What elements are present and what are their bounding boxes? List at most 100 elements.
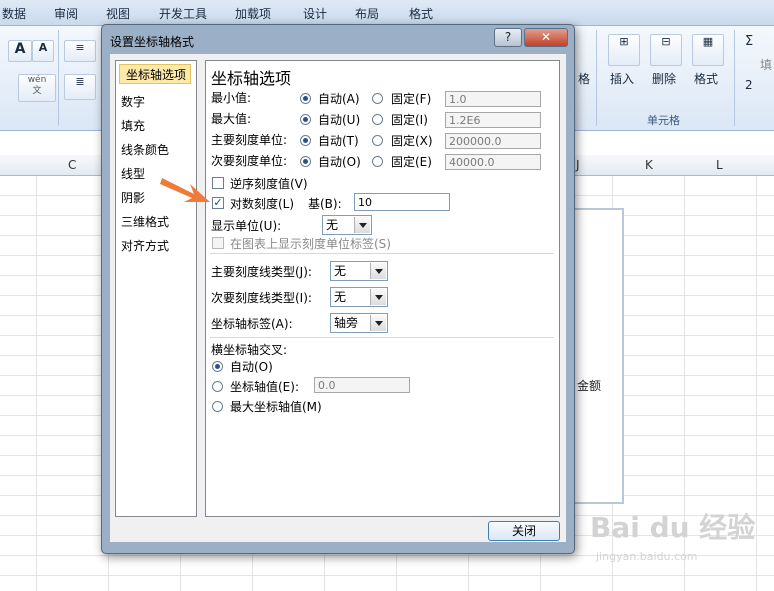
- axis-labels-label: 坐标轴标签(A):: [211, 317, 293, 331]
- divider: [210, 253, 554, 254]
- log-scale-checkbox[interactable]: ✓: [212, 197, 224, 209]
- major-unit-label: 主要刻度单位:: [211, 133, 288, 147]
- grow-font-button[interactable]: A: [8, 40, 32, 62]
- tab-format[interactable]: 格式: [409, 5, 433, 22]
- display-units-select[interactable]: 无: [322, 215, 372, 235]
- major-unit-fixed-radio[interactable]: [372, 135, 383, 146]
- axis-options-panel: 坐标轴选项 最小值: 自动(A) 固定(F) 1.0 最大值: 自动(U) 固定…: [205, 60, 560, 517]
- format-button-label[interactable]: 格式: [694, 70, 718, 87]
- log-base-label: 基(B):: [308, 197, 342, 211]
- chart-area[interactable]: [572, 208, 624, 504]
- minor-tick-select[interactable]: 无: [330, 287, 388, 307]
- column-header-c[interactable]: C: [68, 158, 76, 172]
- minor-unit-input[interactable]: 40000.0: [445, 154, 541, 170]
- align-top-icon[interactable]: ≡: [64, 40, 96, 62]
- category-number[interactable]: 数字: [121, 93, 145, 110]
- chart-legend-label: 金额: [577, 379, 602, 393]
- help-icon: ?: [504, 30, 512, 44]
- minor-unit-fixed-radio[interactable]: [372, 156, 383, 167]
- tab-data[interactable]: 数据: [2, 5, 26, 22]
- shrink-font-button[interactable]: A: [32, 40, 54, 62]
- category-shadow[interactable]: 阴影: [121, 189, 145, 206]
- chevron-down-icon: [370, 315, 386, 331]
- category-alignment[interactable]: 对齐方式: [121, 237, 169, 254]
- fill-partial-label[interactable]: 填: [760, 56, 772, 73]
- insert-button-label[interactable]: 插入: [610, 70, 634, 87]
- minor-unit-auto-label[interactable]: 自动(O): [318, 153, 361, 170]
- minor-unit-auto-radio[interactable]: [300, 156, 311, 167]
- show-units-label-checkbox[interactable]: [212, 237, 224, 249]
- format-partial-label: 格: [578, 72, 591, 86]
- max-fixed-radio[interactable]: [372, 114, 383, 125]
- format-cells-icon[interactable]: ▦: [692, 34, 724, 66]
- dialog-title: 设置坐标轴格式: [110, 35, 195, 49]
- column-header-j[interactable]: J: [576, 158, 580, 172]
- cross-auto-radio[interactable]: [212, 361, 223, 372]
- reverse-order-label[interactable]: 逆序刻度值(V): [230, 175, 308, 192]
- min-value-input[interactable]: 1.0: [445, 91, 541, 107]
- cross-max-label[interactable]: 最大坐标轴值(M): [230, 398, 322, 415]
- cross-auto-label[interactable]: 自动(O): [230, 358, 273, 375]
- format-axis-dialog: 设置坐标轴格式 ? ✕ 坐标轴选项 数字 填充 线条颜色 线型 阴影 三维格式 …: [101, 24, 575, 554]
- minor-unit-fixed-label[interactable]: 固定(E): [391, 153, 432, 170]
- delete-button-label[interactable]: 删除: [652, 70, 676, 87]
- cells-group-label: 单元格: [647, 114, 680, 127]
- close-button[interactable]: 关闭: [488, 521, 560, 541]
- major-tick-select[interactable]: 无: [330, 261, 388, 281]
- cross-value-input[interactable]: 0.0: [314, 377, 410, 393]
- axis-labels-select[interactable]: 轴旁: [330, 313, 388, 333]
- insert-cells-icon[interactable]: ⊞: [608, 34, 640, 66]
- min-auto-radio[interactable]: [300, 93, 311, 104]
- min-label: 最小值:: [211, 91, 252, 105]
- min-fixed-label[interactable]: 固定(F): [391, 90, 431, 107]
- major-unit-input[interactable]: 200000.0: [445, 133, 541, 149]
- cross-value-radio[interactable]: [212, 381, 223, 392]
- show-units-label-text: 在图表上显示刻度单位标签(S): [230, 237, 391, 251]
- tab-addins[interactable]: 加载项: [235, 5, 271, 22]
- category-3d-format[interactable]: 三维格式: [121, 213, 169, 230]
- watermark-logo: Bai du 经验: [590, 511, 756, 544]
- autosum-icon[interactable]: Σ: [745, 34, 753, 49]
- dialog-content: 坐标轴选项 数字 填充 线条颜色 线型 阴影 三维格式 对齐方式 坐标轴选项 最…: [110, 54, 566, 542]
- chevron-down-icon: [370, 263, 386, 279]
- column-header-l[interactable]: L: [716, 158, 723, 172]
- max-value-input[interactable]: 1.2E6: [445, 112, 541, 128]
- log-base-input[interactable]: 10: [354, 193, 450, 211]
- divider: [210, 337, 554, 338]
- major-tick-label: 主要刻度线类型(J):: [211, 265, 312, 279]
- tab-design[interactable]: 设计: [303, 5, 327, 22]
- min-auto-label[interactable]: 自动(A): [318, 90, 360, 107]
- help-button[interactable]: ?: [494, 28, 522, 47]
- tab-review[interactable]: 审阅: [54, 5, 78, 22]
- max-auto-radio[interactable]: [300, 114, 311, 125]
- reverse-order-checkbox[interactable]: [212, 177, 224, 189]
- major-unit-auto-label[interactable]: 自动(T): [318, 132, 359, 149]
- major-unit-fixed-label[interactable]: 固定(X): [391, 132, 433, 149]
- chevron-down-icon: [370, 289, 386, 305]
- cross-max-radio[interactable]: [212, 401, 223, 412]
- ribbon-tab-bar: 数据 审阅 视图 开发工具 加载项 设计 布局 格式: [0, 0, 774, 26]
- window-close-button[interactable]: ✕: [524, 28, 568, 47]
- minor-tick-label: 次要刻度线类型(I):: [211, 291, 312, 305]
- tab-view[interactable]: 视图: [106, 5, 130, 22]
- column-header-k[interactable]: K: [645, 158, 653, 172]
- minor-unit-label: 次要刻度单位:: [211, 154, 288, 168]
- log-scale-label[interactable]: 对数刻度(L): [230, 195, 294, 212]
- category-line-color[interactable]: 线条颜色: [121, 141, 169, 158]
- align-left-icon[interactable]: ≣: [64, 74, 96, 100]
- tab-developer[interactable]: 开发工具: [159, 5, 207, 22]
- display-units-label: 显示单位(U):: [211, 219, 282, 233]
- category-axis-options[interactable]: 坐标轴选项: [119, 64, 191, 84]
- tab-layout[interactable]: 布局: [355, 5, 379, 22]
- major-unit-auto-radio[interactable]: [300, 135, 311, 146]
- delete-cells-icon[interactable]: ⊟: [650, 34, 682, 66]
- cross-value-label[interactable]: 坐标轴值(E):: [230, 378, 299, 395]
- max-fixed-label[interactable]: 固定(I): [391, 111, 428, 128]
- category-list: 坐标轴选项 数字 填充 线条颜色 线型 阴影 三维格式 对齐方式: [115, 60, 197, 517]
- max-auto-label[interactable]: 自动(U): [318, 111, 360, 128]
- clear-icon[interactable]: 2: [745, 78, 753, 92]
- category-line-style[interactable]: 线型: [121, 165, 145, 182]
- category-fill[interactable]: 填充: [121, 117, 145, 134]
- phonetic-button[interactable]: wén 文: [18, 74, 56, 102]
- min-fixed-radio[interactable]: [372, 93, 383, 104]
